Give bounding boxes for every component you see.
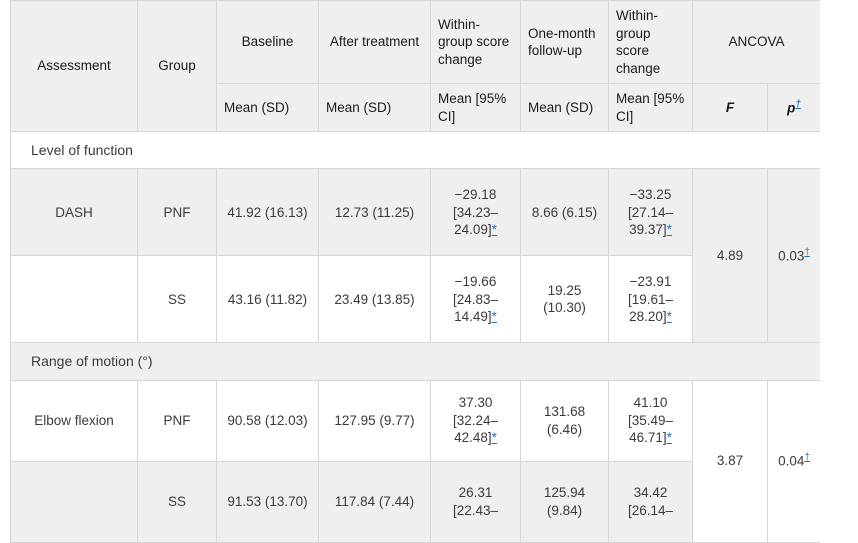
cell-baseline: 43.16 (11.82) xyxy=(216,255,319,344)
cell-assessment xyxy=(10,460,138,543)
cell-change-2: −23.91 [19.61–28.20]* xyxy=(608,255,693,344)
cell-change-1: 26.31 [22.43– xyxy=(430,460,521,543)
header-ancova: ANCOVA xyxy=(691,0,820,85)
cell-group: PNF xyxy=(137,379,217,462)
cell-group: SS xyxy=(137,255,217,344)
cell-change-1: 37.30 [32.24–42.48]* xyxy=(430,379,521,462)
cell-f-statistic: 3.87 xyxy=(692,379,768,543)
asterisk-footnote-link[interactable]: * xyxy=(667,309,672,324)
header-within-group-score-change-1: Within-group score change xyxy=(430,0,521,85)
cell-followup: 19.25 (10.30) xyxy=(520,255,609,344)
cell-p-value: 0.03† xyxy=(766,168,820,344)
cell-assessment: DASH xyxy=(10,168,138,257)
section-header-row: Level of function xyxy=(10,131,820,170)
cell-baseline: 91.53 (13.70) xyxy=(216,460,319,543)
table-body: Level of function DASH PNF 41.92 (16.13) 12.… xyxy=(10,131,820,543)
asterisk-footnote-link[interactable]: * xyxy=(492,309,497,324)
header-assessment: Assessment xyxy=(10,0,138,133)
header-within-group-score-change-2: Within-group score change xyxy=(608,0,693,85)
cell-after-treatment: 117.84 (7.44) xyxy=(318,460,431,543)
section-title: Level of function xyxy=(10,131,820,170)
cell-baseline: 41.92 (16.13) xyxy=(216,168,319,257)
header-change-2-measure: Mean [95% CI] xyxy=(608,83,693,133)
header-p-value: p† xyxy=(766,83,820,133)
cell-p-value: 0.04† xyxy=(766,379,820,543)
cell-followup: 131.68 (6.46) xyxy=(520,379,609,462)
cell-change-2: 41.10 [35.49–46.71]* xyxy=(608,379,693,462)
header-change-1-measure: Mean [95% CI] xyxy=(430,83,521,133)
cell-group: PNF xyxy=(137,168,217,257)
asterisk-footnote-link[interactable]: * xyxy=(492,222,497,237)
cell-f-statistic: 4.89 xyxy=(692,168,768,344)
cell-change-2: 34.42 [26.14– xyxy=(608,460,693,543)
cell-assessment xyxy=(10,255,138,344)
p-dagger-footnote-link[interactable]: † xyxy=(804,452,809,463)
cell-group: SS xyxy=(137,460,217,543)
cell-change-2: −33.25 [27.14–39.37]* xyxy=(608,168,693,257)
header-after-treatment-measure: Mean (SD) xyxy=(318,83,431,133)
cell-followup: 8.66 (6.15) xyxy=(520,168,609,257)
header-baseline: Baseline xyxy=(216,0,319,85)
cell-followup: 125.94 (9.84) xyxy=(520,460,609,543)
p-dagger-footnote-link[interactable]: † xyxy=(795,99,800,110)
header-f-statistic: F xyxy=(692,83,768,133)
header-after-treatment: After treatment xyxy=(318,0,431,85)
cell-change-1: −29.18 [34.23–24.09]* xyxy=(430,168,521,257)
cell-after-treatment: 23.49 (13.85) xyxy=(318,255,431,344)
section-title: Range of motion (°) xyxy=(10,342,820,381)
header-followup-measure: Mean (SD) xyxy=(520,83,609,133)
cell-p-value-value: 0.03 xyxy=(778,248,805,264)
results-table-container: Assessment Group Baseline After treatmen… xyxy=(10,0,820,543)
asterisk-footnote-link[interactable]: * xyxy=(667,430,672,445)
header-row-1: Assessment Group Baseline After treatmen… xyxy=(10,0,820,133)
cell-after-treatment: 127.95 (9.77) xyxy=(318,379,431,462)
p-dagger-footnote-link[interactable]: † xyxy=(804,247,809,258)
results-table: Assessment Group Baseline After treatmen… xyxy=(10,0,820,543)
cell-assessment: Elbow flexion xyxy=(10,379,138,462)
table-row: DASH PNF 41.92 (16.13) 12.73 (11.25) −29.18 … xyxy=(10,168,820,344)
cell-after-treatment: 12.73 (11.25) xyxy=(318,168,431,257)
asterisk-footnote-link[interactable]: * xyxy=(492,430,497,445)
header-one-month-follow-up: One-month follow-up xyxy=(520,0,609,85)
asterisk-footnote-link[interactable]: * xyxy=(667,222,672,237)
table-row: Elbow flexion PNF 90.58 (12.03) 127.95 (9.7… xyxy=(10,379,820,543)
cell-p-value-value: 0.04 xyxy=(778,453,805,469)
table-header: Assessment Group Baseline After treatmen… xyxy=(10,0,820,133)
cell-baseline: 90.58 (12.03) xyxy=(216,379,319,462)
header-group: Group xyxy=(137,0,217,133)
section-header-row: Range of motion (°) xyxy=(10,342,820,381)
cell-change-1: −19.66 [24.83–14.49]* xyxy=(430,255,521,344)
header-baseline-measure: Mean (SD) xyxy=(216,83,319,133)
